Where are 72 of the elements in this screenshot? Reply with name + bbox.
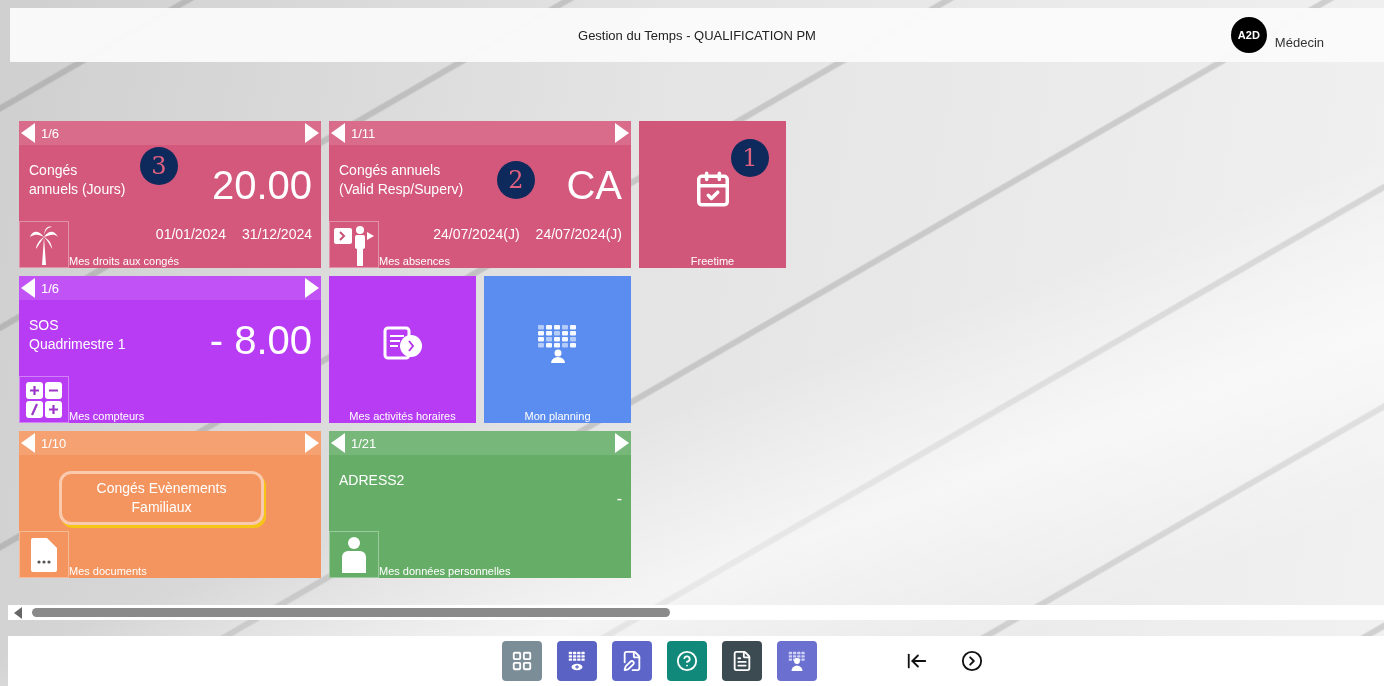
date-text: 24/07/2024(J) [433,226,520,242]
previous-arrow-icon[interactable] [21,123,35,143]
tile-title: SOS Quadrimestre 1 [29,316,126,354]
toolbar-button[interactable] [557,641,597,681]
tile-value: CA [566,163,622,207]
number-badge: 1 [731,139,769,177]
help-icon [676,650,698,672]
tile-caption: Mes activités horaires [348,410,457,422]
palm-tree-icon [30,224,58,265]
tile-caption: Mes droits aux congés [69,255,180,268]
user-role: Médecin [1274,34,1324,50]
app-title: Gestion du Temps - QUALIFICATION PM [578,27,816,43]
page-counter: 1/6 [41,125,61,141]
planning-grid-icon [537,324,578,363]
user-avatar[interactable]: A2D [1230,17,1267,53]
page-counter: 1/6 [41,280,61,296]
carousel-tile[interactable]: 1/6 Congés annuels (Jours) 20.00 01/01/2024 31/12/2024 3 Mes droits aux congés [19,121,321,268]
shortcut-tile[interactable]: Mon planning [484,276,631,423]
action-button[interactable]: Congés Evènements Familiaux [59,471,264,525]
document-clock-icon [382,325,423,362]
shortcut-tile[interactable]: Freetime 1 [639,121,786,268]
date-text: 31/12/2024 [241,226,312,242]
number-badge: 2 [497,161,535,199]
date-text: 01/01/2024 [155,226,226,242]
page-counter: 1/21 [351,435,378,451]
grid-icon [511,650,533,672]
tile-caption: Mes données personnelles [379,565,511,578]
toolbar-button[interactable] [777,641,817,681]
next-arrow-icon[interactable] [305,123,319,143]
shortcut-tile[interactable]: Mes activités horaires [329,276,476,423]
tile-caption: Freetime [689,255,736,267]
next-arrow-icon[interactable] [305,433,319,453]
tile-caption: Mes absences [379,255,450,268]
previous-arrow-icon[interactable] [331,123,345,143]
tile-caption: Mon planning [523,410,592,422]
number-badge: 3 [140,147,178,185]
document-icon [31,537,57,572]
tile-title: Congés annuels (Valid Resp/Superv) [339,161,464,199]
next-arrow-icon[interactable] [615,123,629,143]
carousel-tile[interactable]: 1/10 Congés Evènements Familiaux Mes documents [19,431,321,578]
scroll-left-arrow-icon[interactable] [14,606,22,619]
tile-title: ADRESS2 [339,471,405,490]
previous-arrow-icon[interactable] [21,433,35,453]
toolbar-button[interactable] [722,641,762,681]
person-grid-icon [786,650,808,672]
tile-value: - 8.00 [209,318,312,362]
edit-list-icon [621,650,643,672]
tile-title: Congés annuels (Jours) [29,161,126,199]
toolbar-button[interactable] [667,641,707,681]
date-text: 24/07/2024(J) [535,226,622,242]
document-icon [731,650,753,672]
tile-value: - [616,489,622,509]
carousel-tile[interactable]: 1/6 SOS Quadrimestre 1 - 8.00 Mes compteurs [19,276,321,423]
tile-caption: Mes compteurs [69,410,145,423]
next-button[interactable] [961,650,983,672]
carousel-tile[interactable]: 1/11 Congés annuels (Valid Resp/Superv) CA 24/07/2024(J) 24/07/2024(J) 2 Mes absences [329,121,631,268]
next-arrow-icon[interactable] [615,433,629,453]
scrollbar-thumb[interactable] [32,608,672,617]
page-counter: 1/10 [41,435,68,451]
tile-caption: Mes documents [69,565,147,578]
carousel-tile[interactable]: 1/21 ADRESS2 - Mes données personnelles [329,431,631,578]
toolbar-button[interactable] [612,641,652,681]
chevron-circle-icon [961,650,983,672]
previous-arrow-icon[interactable] [331,433,345,453]
previous-arrow-icon[interactable] [21,278,35,298]
tile-value: 20.00 [211,163,312,207]
next-arrow-icon[interactable] [305,278,319,298]
calculator-icon [25,380,63,419]
horizontal-scrollbar[interactable] [8,605,1384,620]
person-icon [340,536,368,573]
page-counter: 1/11 [351,125,377,141]
calendar-grid-icon [566,650,588,672]
